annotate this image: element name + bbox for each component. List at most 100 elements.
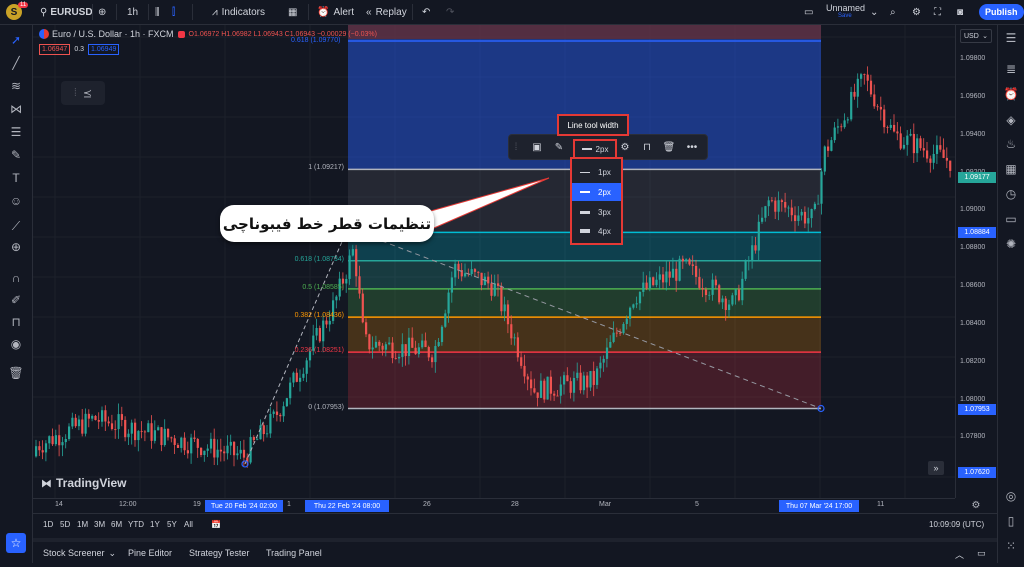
hide-drawings-tool[interactable]: ◉: [6, 334, 26, 354]
line-width-button[interactable]: 2px: [573, 139, 617, 159]
publish-button[interactable]: Publish: [979, 0, 1024, 24]
candle-body: [447, 292, 450, 314]
layouts-button[interactable]: ▦: [288, 0, 297, 24]
line-color-button[interactable]: ✎: [551, 139, 567, 155]
interval-button[interactable]: 1h: [127, 0, 138, 24]
ohlc-values: O1.06972 H1.06982 L1.06943 C1.06943 −0.0…: [188, 30, 377, 38]
delete-drawing-button[interactable]: 🗑: [661, 139, 677, 155]
width-option-1px[interactable]: 1px: [572, 163, 621, 181]
ideas-button[interactable]: ✺: [1002, 235, 1020, 253]
layout-name-button[interactable]: Unnamed Save: [826, 0, 865, 24]
pattern-tool[interactable]: ⋈: [6, 99, 26, 119]
range-3m[interactable]: 3M: [94, 520, 105, 529]
range-1m[interactable]: 1M: [77, 520, 88, 529]
alerts-panel-button[interactable]: ⏰: [1002, 85, 1020, 103]
tab-strategy-tester[interactable]: Strategy Tester: [189, 548, 249, 558]
calendar-button[interactable]: ▦: [1002, 160, 1020, 178]
candle-body: [932, 153, 935, 163]
cursor-tool[interactable]: ➚: [6, 30, 26, 50]
quick-search-button[interactable]: ⌕: [890, 0, 896, 24]
scroll-to-realtime-button[interactable]: »: [928, 461, 944, 475]
fullscreen-button[interactable]: ⛶: [934, 0, 941, 24]
more-options-button[interactable]: •••: [683, 139, 701, 155]
user-avatar[interactable]: S 11: [6, 0, 29, 24]
fib-tool[interactable]: ≋: [6, 76, 26, 96]
zoom-in-icon: ⊕: [10, 240, 22, 254]
remove-drawings-tool[interactable]: 🗑: [6, 363, 26, 383]
chart-pane[interactable]: Euro / U.S. Dollar · 1h · FXCM O1.06972 …: [33, 25, 955, 498]
utc-clock[interactable]: 10:09:09 (UTC): [929, 520, 984, 529]
time-axis[interactable]: 14 12:00 19 26 28 Mar 5 11 1 Tue 20 Feb '24 02:00…: [33, 498, 955, 513]
news-button[interactable]: ◷: [1002, 185, 1020, 203]
tab-trading-panel[interactable]: Trading Panel: [266, 548, 322, 558]
compare-button[interactable]: ⊕: [98, 0, 106, 24]
lock-drawings-tool[interactable]: ⊓: [6, 312, 26, 332]
drawing-settings-button[interactable]: ⚙: [617, 139, 633, 155]
snapshot-button[interactable]: ◙: [957, 0, 963, 24]
panel-settings-button[interactable]: ⁙: [1002, 537, 1020, 555]
candle-body: [777, 200, 780, 212]
candle-body: [665, 271, 668, 283]
symbol-search-button[interactable]: ⚲ EURUSD: [40, 0, 93, 24]
stay-drawing-tool[interactable]: ✐: [6, 290, 26, 310]
favorites-tool[interactable]: ☆: [6, 533, 26, 553]
indicators-button[interactable]: ⩘ Indicators: [212, 0, 265, 24]
object-tree-button[interactable]: ◈: [1002, 111, 1020, 129]
range-1d[interactable]: 1D: [43, 520, 53, 529]
candle-body: [236, 453, 239, 456]
layout-menu-chevron[interactable]: ⌄: [870, 0, 878, 24]
bar-style-button[interactable]: ⫼: [155, 0, 160, 24]
currency-selector[interactable]: USD ⌄: [960, 29, 992, 43]
go-to-date-button[interactable]: 📅: [211, 520, 221, 529]
redo-button[interactable]: ↷: [446, 0, 454, 24]
range-5d[interactable]: 5D: [60, 520, 70, 529]
layout-icon-button[interactable]: ▭: [804, 0, 813, 24]
tab-stock-screener[interactable]: Stock Screener ⌄: [43, 548, 116, 559]
range-all[interactable]: All: [184, 520, 193, 529]
menu-button[interactable]: ☰: [1002, 29, 1020, 47]
zoom-tool[interactable]: ⊕: [6, 237, 26, 257]
chart-canvas[interactable]: [33, 25, 955, 498]
width-option-4px[interactable]: 4px: [572, 222, 621, 240]
maximize-panel-button[interactable]: ▭: [977, 548, 986, 559]
forecast-tool[interactable]: ☰: [6, 122, 26, 142]
range-ytd[interactable]: YTD: [128, 520, 144, 529]
template-button[interactable]: ▣: [529, 139, 545, 155]
hotlists-button[interactable]: ♨: [1002, 135, 1020, 153]
replay-button[interactable]: « Replay: [366, 0, 407, 24]
axis-settings-button[interactable]: ⚙: [970, 499, 982, 511]
width-option-3px[interactable]: 3px: [572, 203, 621, 221]
candle-body: [896, 131, 899, 134]
measure-tool[interactable]: ⟋: [6, 216, 26, 236]
candle-body: [358, 276, 361, 294]
emoji-tool[interactable]: ☺: [6, 191, 26, 211]
magnet-tool[interactable]: ∩: [6, 268, 26, 288]
bar-type-button[interactable]: ⫿: [172, 0, 175, 24]
candle-body: [530, 379, 533, 389]
undo-icon: ↶: [422, 6, 431, 18]
tab-pine-editor[interactable]: Pine Editor: [128, 548, 172, 558]
range-6m[interactable]: 6M: [111, 520, 122, 529]
help-button[interactable]: ◎: [1002, 487, 1020, 505]
buy-price[interactable]: 1.06949: [88, 44, 120, 55]
alert-button[interactable]: ⏰ Alert: [317, 0, 354, 24]
watchlist-button[interactable]: ≣: [1002, 60, 1020, 78]
collapse-panel-button[interactable]: ︿: [955, 548, 964, 561]
brush-tool[interactable]: ✎: [6, 145, 26, 165]
toolbar-drag-handle[interactable]: ⁞: [511, 139, 521, 155]
candle-body: [576, 372, 579, 378]
range-5y[interactable]: 5Y: [167, 520, 177, 529]
trash-icon: 🗑: [8, 366, 24, 380]
undo-button[interactable]: ↶: [422, 0, 430, 24]
chats-button[interactable]: ▭: [1002, 210, 1020, 228]
width-option-2px[interactable]: 2px: [572, 183, 621, 201]
lock-drawing-button[interactable]: ⊓: [639, 139, 655, 155]
settings-button[interactable]: ⚙: [912, 0, 921, 24]
range-1y[interactable]: 1Y: [150, 520, 160, 529]
sell-price[interactable]: 1.06947: [39, 44, 71, 55]
trend-line-tool[interactable]: ╱: [6, 53, 26, 73]
object-tree-toggle[interactable]: ⁞ ⪯: [61, 81, 105, 105]
text-tool[interactable]: T: [6, 168, 26, 188]
price-axis[interactable]: USD ⌄ 1.098001.096001.094001.092001.0900…: [955, 25, 998, 498]
notifications-button[interactable]: ▯: [1002, 512, 1020, 530]
